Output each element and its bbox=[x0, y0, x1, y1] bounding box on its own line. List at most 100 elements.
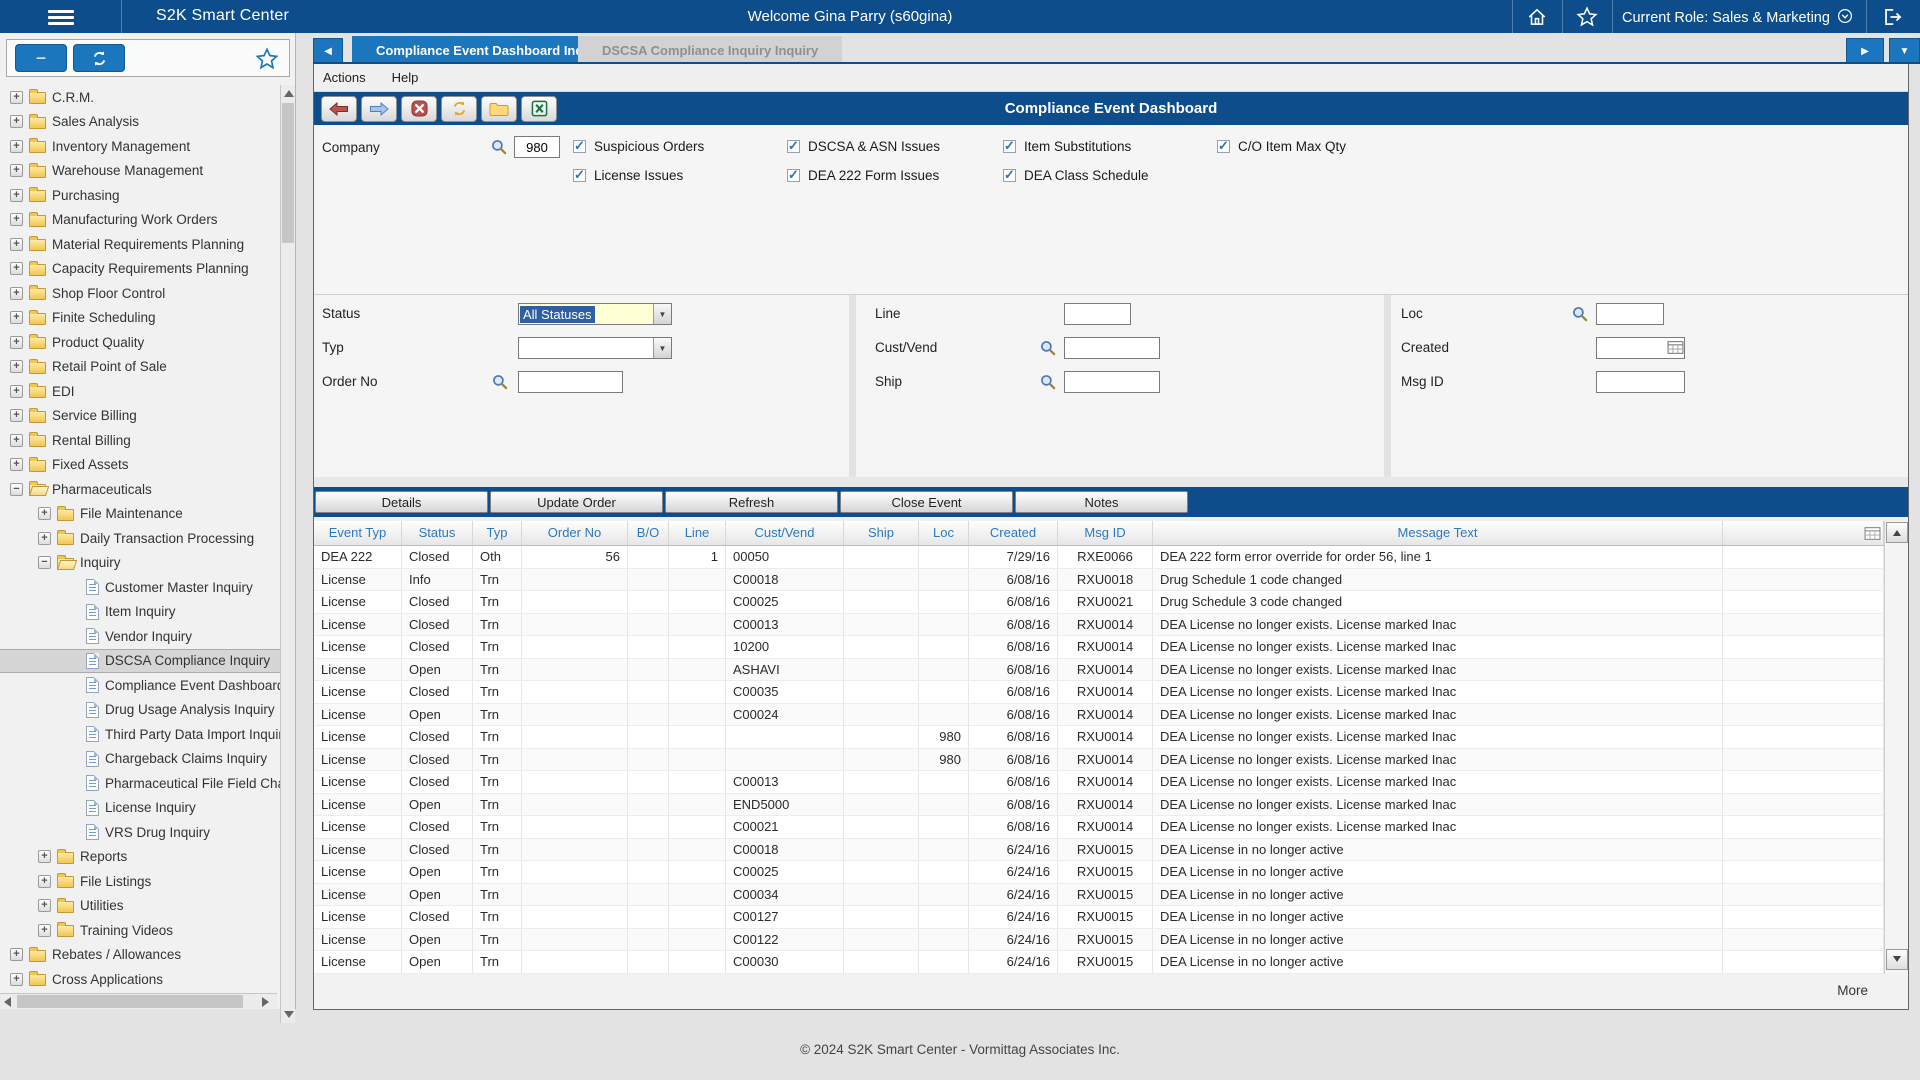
column-header-typ[interactable]: Typ bbox=[473, 521, 522, 545]
column-header-cust-vend[interactable]: Cust/Vend bbox=[726, 521, 844, 545]
favorites-star-icon[interactable] bbox=[255, 47, 279, 76]
menu-item-actions[interactable]: Actions bbox=[323, 70, 366, 85]
tree-item-vrs-drug-inquiry[interactable]: VRS Drug Inquiry bbox=[0, 820, 280, 845]
tree-expander-icon[interactable]: + bbox=[10, 262, 23, 275]
tab-dscsa-compliance-inquiry-inquiry[interactable]: DSCSA Compliance Inquiry Inquiry bbox=[578, 36, 842, 64]
checkbox-icon[interactable] bbox=[787, 140, 800, 153]
tree-item-customer-master-inquiry[interactable]: Customer Master Inquiry bbox=[0, 575, 280, 600]
scroll-up-icon[interactable] bbox=[284, 90, 294, 97]
calendar-icon[interactable] bbox=[1667, 340, 1684, 355]
tree-item-vendor-inquiry[interactable]: Vendor Inquiry bbox=[0, 624, 280, 649]
table-row[interactable]: LicenseClosedTrn9806/08/16RXU0014DEA Lic… bbox=[314, 749, 1884, 772]
tree-item-training-videos[interactable]: +Training Videos bbox=[0, 918, 280, 943]
favorites-star-icon[interactable] bbox=[1572, 5, 1602, 29]
table-row[interactable]: LicenseOpenTrnEND50006/08/16RXU0014DEA L… bbox=[314, 794, 1884, 817]
status-select[interactable]: All Statuses▼ bbox=[518, 303, 672, 325]
notes-button[interactable]: Notes bbox=[1015, 491, 1188, 513]
checkbox-icon[interactable] bbox=[1003, 140, 1016, 153]
tree-expander-icon[interactable]: + bbox=[38, 507, 51, 520]
tab-scroll-left-button[interactable]: ◀ bbox=[313, 38, 343, 64]
table-row[interactable]: LicenseClosedTrnC001276/24/16RXU0015DEA … bbox=[314, 906, 1884, 929]
tree-expander-icon[interactable]: + bbox=[10, 238, 23, 251]
table-row[interactable]: LicenseClosedTrnC000136/08/16RXU0014DEA … bbox=[314, 771, 1884, 794]
details-button[interactable]: Details bbox=[315, 491, 488, 513]
more-link[interactable]: More bbox=[1837, 983, 1868, 998]
tree-item-c-r-m[interactable]: +C.R.M. bbox=[0, 85, 280, 110]
checkbox-dea-222-form-issues[interactable]: DEA 222 Form Issues bbox=[787, 168, 939, 183]
table-row[interactable]: LicenseOpenTrnASHAVI6/08/16RXU0014DEA Li… bbox=[314, 659, 1884, 682]
checkbox-item-substitutions[interactable]: Item Substitutions bbox=[1003, 139, 1131, 154]
table-row[interactable]: LicenseOpenTrnC001226/24/16RXU0015DEA Li… bbox=[314, 929, 1884, 952]
column-header-ship[interactable]: Ship bbox=[844, 521, 919, 545]
typ-select[interactable]: ▼ bbox=[518, 337, 672, 359]
search-icon[interactable] bbox=[1040, 374, 1056, 390]
grid-vertical-scrollbar[interactable] bbox=[1884, 521, 1908, 974]
table-row[interactable]: LicenseOpenTrnC000246/08/16RXU0014DEA Li… bbox=[314, 704, 1884, 727]
search-icon[interactable] bbox=[492, 374, 508, 390]
tree-item-item-inquiry[interactable]: Item Inquiry bbox=[0, 600, 280, 625]
table-row[interactable]: LicenseClosedTrnC000256/08/16RXU0021Drug… bbox=[314, 591, 1884, 614]
table-row[interactable]: LicenseClosedTrnC000136/08/16RXU0014DEA … bbox=[314, 614, 1884, 637]
table-row[interactable]: LicenseClosedTrnC000186/24/16RXU0015DEA … bbox=[314, 839, 1884, 862]
tree-item-third-party-data-import-inquiry[interactable]: Third Party Data Import Inquiry bbox=[0, 722, 280, 747]
tree-item-pharmaceuticals[interactable]: −Pharmaceuticals bbox=[0, 477, 280, 502]
tree-item-chargeback-claims-inquiry[interactable]: Chargeback Claims Inquiry bbox=[0, 747, 280, 772]
tree-item-product-quality[interactable]: +Product Quality bbox=[0, 330, 280, 355]
scrollbar-thumb[interactable] bbox=[17, 995, 243, 1008]
sidebar-vertical-scrollbar[interactable] bbox=[280, 85, 295, 1023]
table-row[interactable]: LicenseClosedTrnC000216/08/16RXU0014DEA … bbox=[314, 816, 1884, 839]
refresh-menu-button[interactable] bbox=[73, 44, 125, 72]
loc-input[interactable] bbox=[1596, 303, 1664, 325]
scroll-down-icon[interactable] bbox=[1886, 949, 1908, 970]
checkbox-icon[interactable] bbox=[1217, 140, 1230, 153]
chevron-down-icon[interactable]: ▼ bbox=[653, 304, 671, 324]
tree-expander-icon[interactable]: − bbox=[10, 483, 23, 496]
table-row[interactable]: LicenseOpenTrnC000306/24/16RXU0015DEA Li… bbox=[314, 951, 1884, 974]
tree-item-drug-usage-analysis-inquiry[interactable]: Drug Usage Analysis Inquiry bbox=[0, 698, 280, 723]
table-row[interactable]: LicenseOpenTrnC000346/24/16RXU0015DEA Li… bbox=[314, 884, 1884, 907]
checkbox-dscsa-asn-issues[interactable]: DSCSA & ASN Issues bbox=[787, 139, 940, 154]
current-role-selector[interactable]: Current Role: Sales & Marketing bbox=[1622, 8, 1860, 28]
chevron-down-icon[interactable]: ▼ bbox=[653, 338, 671, 358]
column-header-created[interactable]: Created bbox=[969, 521, 1058, 545]
ship-input[interactable] bbox=[1064, 371, 1160, 393]
tree-item-dscsa-compliance-inquiry[interactable]: DSCSA Compliance Inquiry bbox=[0, 649, 280, 674]
refresh-button[interactable] bbox=[441, 96, 477, 122]
column-header-status[interactable]: Status bbox=[402, 521, 473, 545]
tree-expander-icon[interactable]: + bbox=[10, 360, 23, 373]
tree-expander-icon[interactable]: + bbox=[10, 189, 23, 202]
tree-expander-icon[interactable]: + bbox=[10, 287, 23, 300]
checkbox-dea-class-schedule[interactable]: DEA Class Schedule bbox=[1003, 168, 1149, 183]
logout-icon[interactable] bbox=[1876, 5, 1906, 29]
table-row[interactable]: LicenseClosedTrnC000356/08/16RXU0014DEA … bbox=[314, 681, 1884, 704]
scrollbar-thumb[interactable] bbox=[282, 103, 294, 243]
sidebar-horizontal-scrollbar[interactable] bbox=[0, 993, 277, 1009]
tree-item-utilities[interactable]: +Utilities bbox=[0, 894, 280, 919]
checkbox-icon[interactable] bbox=[1003, 169, 1016, 182]
tree-item-file-maintenance[interactable]: +File Maintenance bbox=[0, 502, 280, 527]
tree-item-manufacturing-work-orders[interactable]: +Manufacturing Work Orders bbox=[0, 208, 280, 233]
tree-item-purchasing[interactable]: +Purchasing bbox=[0, 183, 280, 208]
export-excel-button[interactable] bbox=[521, 96, 557, 122]
column-header-order-no[interactable]: Order No bbox=[522, 521, 628, 545]
table-row[interactable]: LicenseOpenTrnC000256/24/16RXU0015DEA Li… bbox=[314, 861, 1884, 884]
scroll-right-icon[interactable] bbox=[262, 997, 269, 1007]
tree-expander-icon[interactable]: + bbox=[10, 385, 23, 398]
tree-expander-icon[interactable]: + bbox=[10, 115, 23, 128]
tree-item-inquiry[interactable]: −Inquiry bbox=[0, 551, 280, 576]
checkbox-icon[interactable] bbox=[573, 140, 586, 153]
tree-item-inventory-management[interactable]: +Inventory Management bbox=[0, 134, 280, 159]
home-icon[interactable] bbox=[1522, 5, 1552, 29]
tree-expander-icon[interactable]: + bbox=[10, 434, 23, 447]
tree-expander-icon[interactable]: + bbox=[38, 875, 51, 888]
tree-item-finite-scheduling[interactable]: +Finite Scheduling bbox=[0, 306, 280, 331]
tab-list-dropdown-button[interactable]: ▼ bbox=[1889, 38, 1920, 64]
tree-item-fixed-assets[interactable]: +Fixed Assets bbox=[0, 453, 280, 478]
tree-item-retail-point-of-sale[interactable]: +Retail Point of Sale bbox=[0, 355, 280, 380]
tab-scroll-right-button[interactable]: ▶ bbox=[1846, 38, 1884, 64]
scroll-up-icon[interactable] bbox=[1886, 522, 1908, 543]
tree-expander-icon[interactable]: + bbox=[38, 850, 51, 863]
table-row[interactable]: LicenseClosedTrn9806/08/16RXU0014DEA Lic… bbox=[314, 726, 1884, 749]
tree-item-file-listings[interactable]: +File Listings bbox=[0, 869, 280, 894]
tree-item-rebates-allowances[interactable]: +Rebates / Allowances bbox=[0, 943, 280, 968]
